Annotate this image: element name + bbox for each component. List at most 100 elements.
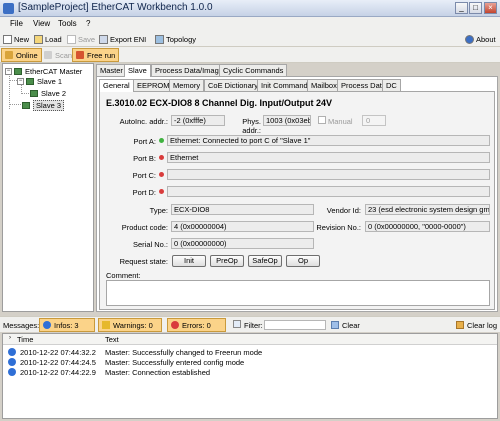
sort-icon[interactable]: › [9,335,11,341]
infos-filter-button[interactable]: Infos: 3 [39,318,95,332]
tree-connector [9,80,17,81]
scan-button[interactable]: Scan [41,48,75,62]
type-field: ECX-DIO8 [171,204,314,215]
maximize-button[interactable]: □ [469,2,482,14]
tab-process-data-image[interactable]: Process Data/Image [151,64,227,76]
device-tree: − EtherCAT Master − Slave 1 Slave 2 Slave … [2,63,94,312]
revision-label: Revision No.: [316,223,361,232]
free-run-icon [76,51,84,59]
collapse-icon[interactable]: − [5,67,12,75]
tab-eeprom[interactable]: EEPROM [133,79,174,91]
collapse-icon[interactable]: − [17,77,24,85]
main-toolbar: New Load Save Export ENI Topology About [0,31,500,47]
warnings-filter-button[interactable]: Warnings: 0 [98,318,162,332]
new-button[interactable]: New [3,33,29,45]
port-c-field [167,169,490,180]
info-icon [43,321,51,329]
port-b-field: Ethernet [167,152,490,163]
close-button[interactable]: × [484,2,497,14]
clear-log-icon [456,321,464,329]
port-c-status-icon [159,172,164,177]
errors-filter-button[interactable]: Errors: 0 [167,318,226,332]
save-icon [67,34,76,44]
messages-label: Messages: [3,321,40,330]
clear-icon [331,321,339,329]
inner-tab-bar: General EEPROM Memory CoE Dictionary Ini… [99,79,495,92]
free-run-button[interactable]: Free run [72,48,120,62]
minimize-button[interactable]: _ [455,2,468,14]
product-code-field: 4 (0x00000004) [171,221,314,232]
about-button[interactable]: About [465,33,496,45]
export-icon [99,34,108,44]
filter-icon [233,320,241,328]
slave-icon [22,101,30,109]
clear-filter-button[interactable]: Clear [331,319,360,331]
port-b-label: Port B: [133,154,156,163]
comment-textarea[interactable] [106,280,490,306]
warning-icon [102,321,110,329]
message-list-header: › Time Text [3,334,497,345]
slave-icon [30,89,38,97]
master-icon [14,67,22,75]
tab-cyclic-commands[interactable]: Cyclic Commands [219,64,288,76]
message-list: › Time Text 2010-12-22 07:44:32.2 Master:… [2,333,498,419]
port-d-status-icon [159,189,164,194]
scan-icon [44,51,52,59]
manual-address-spinner[interactable]: 0 [362,115,386,126]
op-button[interactable]: Op [286,255,320,267]
tree-node-slave-1[interactable]: − Slave 1 [17,76,62,86]
tab-dc[interactable]: DC [382,79,401,91]
menu-view[interactable]: View [33,19,50,28]
export-eni-button[interactable]: Export ENI [99,33,146,45]
general-tab-content: E.3010.02 ECX-DIO8 8 Channel Dig. Input/… [99,91,495,310]
title-bar: [SampleProject] EtherCAT Workbench 1.0.0… [0,0,500,17]
type-label: Type: [149,206,168,215]
load-button[interactable]: Load [34,33,62,45]
tab-memory[interactable]: Memory [169,79,205,91]
product-code-label: Product code: [121,223,168,232]
safeop-button[interactable]: SafeOp [248,255,282,267]
tab-master[interactable]: Master [96,64,127,76]
tab-slave[interactable]: Slave [124,64,151,77]
tree-node-slave-2[interactable]: Slave 2 [30,88,66,98]
revision-field: 0 (0x00000000, "0000-0000") [365,221,490,232]
column-time-header[interactable]: Time [17,335,33,344]
port-b-status-icon [159,155,164,160]
mode-toolbar: Online Scan Free run [0,47,500,63]
manual-checkbox[interactable] [318,116,326,124]
tab-mailbox[interactable]: Mailbox [307,79,341,91]
tree-connector [21,93,29,94]
tree-connector [9,104,21,105]
topology-button[interactable]: Topology [155,33,196,45]
tree-node-slave-3[interactable]: Slave 3 [22,99,65,111]
tab-coe-dictionary[interactable]: CoE Dictionary [204,79,263,91]
request-state-label: Request state: [119,257,168,266]
serial-no-label: Serial No.: [132,240,168,249]
message-row[interactable]: 2010-12-22 07:44:32.2 Master: Successfull… [3,347,497,357]
info-icon [8,358,16,366]
menu-bar: File View Tools ? [0,17,500,31]
message-row[interactable]: 2010-12-22 07:44:22.9 Master: Connection … [3,367,497,377]
tab-general[interactable]: General [99,79,134,92]
port-a-label: Port A: [133,137,156,146]
filter-label: Filter: [244,321,263,330]
menu-tools[interactable]: Tools [58,19,77,28]
menu-help[interactable]: ? [86,19,90,28]
autoinc-label: AutoInc. addr.: [119,117,168,126]
filter-input[interactable] [264,320,326,330]
window-title: [SampleProject] EtherCAT Workbench 1.0.0 [18,2,213,13]
init-button[interactable]: Init [172,255,206,267]
preop-button[interactable]: PreOp [210,255,244,267]
message-row[interactable]: 2010-12-22 07:44:24.5 Master: Successfull… [3,357,497,367]
menu-file[interactable]: File [10,19,23,28]
port-c-label: Port C: [132,171,156,180]
tree-node-master[interactable]: − EtherCAT Master [5,66,82,76]
slave-panel: General EEPROM Memory CoE Dictionary Ini… [96,76,498,312]
outer-tab-bar: Master Slave Process Data/Image Cyclic C… [96,64,498,77]
column-text-header[interactable]: Text [105,335,119,344]
clear-log-button[interactable]: Clear log [456,319,497,331]
manual-label: Manual [328,117,353,126]
save-button[interactable]: Save [67,33,95,45]
online-button[interactable]: Online [1,48,42,62]
port-a-status-icon [159,138,164,143]
